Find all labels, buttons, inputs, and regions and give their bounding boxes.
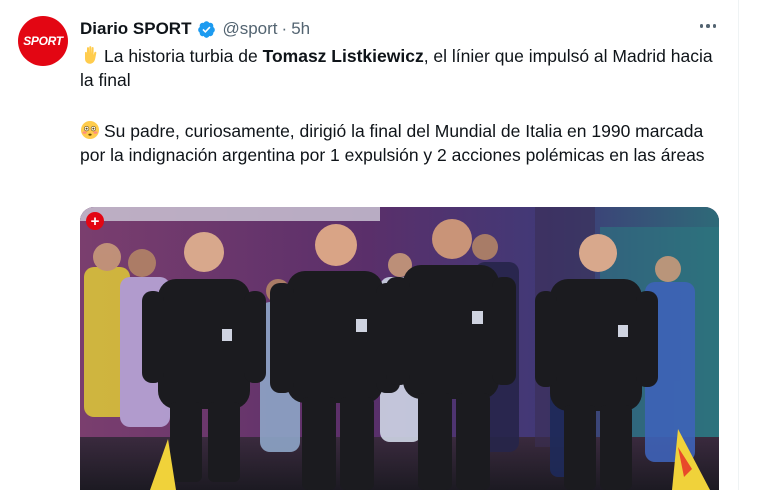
tweet-text-paragraph-2: Su padre, curiosamente, dirigió la final… (80, 119, 730, 167)
tweet-header: Diario SPORT @sport · 5h (80, 17, 310, 41)
author-name[interactable]: Diario SPORT (80, 19, 191, 39)
media-plus-badge: + (86, 212, 104, 230)
tweet-text-paragraph-1: La historia turbia de Tomasz Listkiewicz… (80, 44, 730, 92)
sport-logo: SPORT (23, 34, 63, 48)
column-divider (738, 0, 739, 490)
raised-hand-emoji-icon (85, 46, 97, 64)
paragraph-2-text: Su padre, curiosamente, dirigió la final… (80, 121, 705, 165)
tweet-media-photo[interactable]: + (80, 207, 719, 490)
avatar[interactable]: SPORT (18, 16, 68, 66)
bold-referee-name: Tomasz Listkiewicz (262, 46, 424, 66)
verified-badge-icon (198, 20, 216, 38)
tweet-card[interactable]: SPORT Diario SPORT @sport · 5h La histor… (0, 0, 738, 490)
author-handle[interactable]: @sport (222, 19, 277, 39)
referees-photo-illustration (80, 207, 719, 490)
more-options-icon[interactable] (696, 16, 720, 36)
text-before-bold: La historia turbia de (104, 46, 263, 66)
flushed-face-emoji-icon (81, 121, 99, 139)
tweet-timestamp[interactable]: 5h (291, 19, 310, 39)
separator-dot: · (281, 19, 288, 38)
